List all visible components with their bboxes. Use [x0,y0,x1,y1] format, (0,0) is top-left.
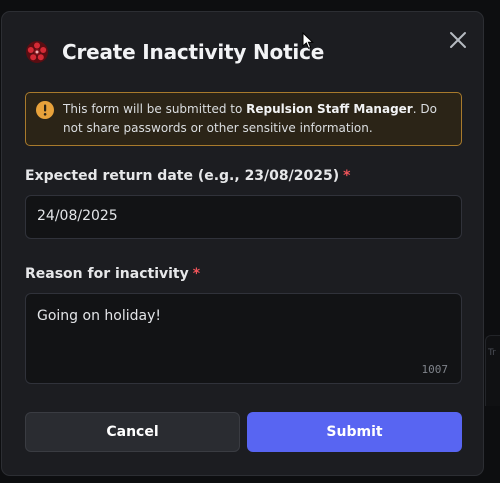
reason-value: Going on holiday! [37,308,161,324]
required-marker: * [192,266,201,282]
submit-button[interactable]: Submit [247,412,462,452]
required-marker: * [343,168,351,184]
red-flower-icon [24,39,50,65]
dialog-header: Create Inactivity Notice [24,38,324,66]
inactivity-notice-dialog: Create Inactivity Notice This form will … [1,11,484,476]
return-date-label-text: Expected return date (e.g., 23/08/2025) [25,168,340,184]
return-date-label: Expected return date (e.g., 23/08/2025) * [25,168,350,184]
close-icon[interactable] [449,31,467,53]
warning-icon [36,101,54,119]
reason-label: Reason for inactivity * [25,266,200,282]
warning-text-prefix: This form will be submitted to [63,102,247,116]
return-date-value: 24/08/2025 [37,208,118,224]
cancel-button[interactable]: Cancel [25,412,240,452]
warning-app-name: Repulsion Staff Manager [246,102,413,116]
reason-label-text: Reason for inactivity [25,266,189,282]
background-fragment-text: Tr [488,348,496,358]
mouse-pointer-icon [302,32,314,49]
warning-banner: This form will be submitted to Repulsion… [25,92,462,146]
dialog-title: Create Inactivity Notice [62,40,325,64]
return-date-input[interactable]: 24/08/2025 [25,195,462,239]
reason-textarea[interactable]: Going on holiday! 1007 [25,293,462,384]
close-button[interactable] [444,28,472,56]
character-count: 1007 [421,363,449,376]
warning-text: This form will be submitted to Repulsion… [63,100,455,138]
background-panel-fragment: Tr [485,335,500,406]
